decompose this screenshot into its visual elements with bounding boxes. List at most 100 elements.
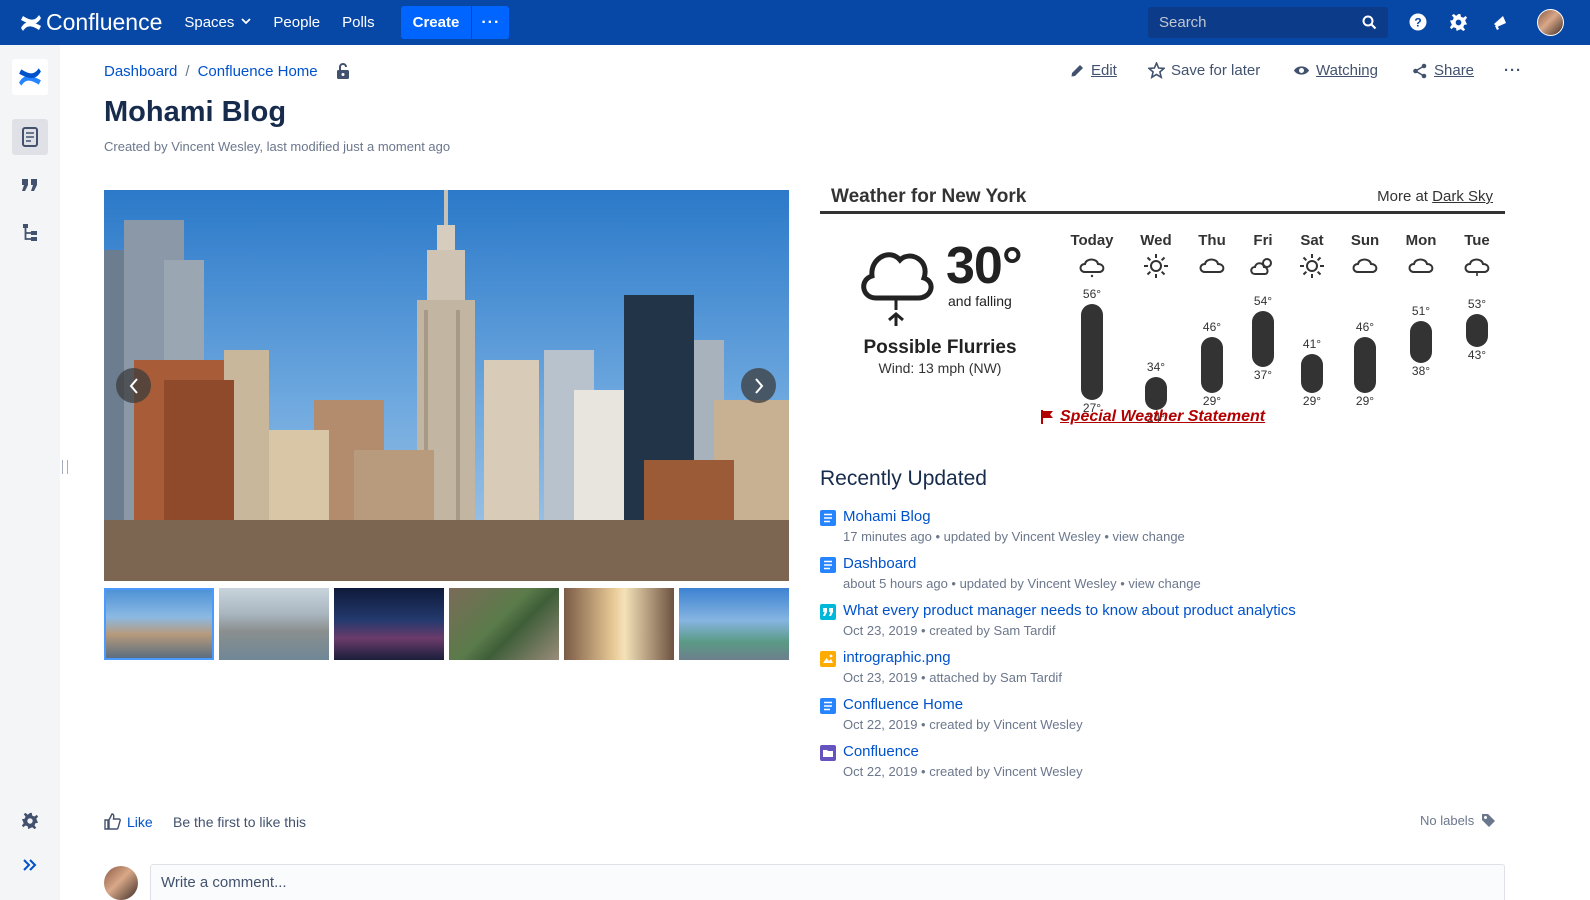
settings-gear-icon[interactable] bbox=[1447, 11, 1469, 33]
edit-label: Edit bbox=[1091, 62, 1117, 79]
brand-name: Confluence bbox=[46, 9, 163, 35]
forecast-day: Tue 53° 43° bbox=[1449, 232, 1505, 402]
labels-area[interactable]: No labels bbox=[1420, 813, 1496, 828]
recent-item: Mohami Blog 17 minutes ago • updated by V… bbox=[820, 508, 1520, 552]
nav-people[interactable]: People bbox=[273, 14, 320, 31]
confluence-logo[interactable]: Confluence bbox=[20, 9, 162, 36]
share-icon bbox=[1413, 63, 1427, 78]
recent-item-link[interactable]: intrographic.png bbox=[843, 649, 951, 666]
forecast-day-name: Today bbox=[1070, 232, 1114, 249]
help-icon[interactable]: ? bbox=[1407, 11, 1429, 33]
forecast-temp-range-bar bbox=[1466, 313, 1488, 347]
search-input[interactable] bbox=[1159, 14, 1362, 31]
confluence-logo-icon bbox=[21, 14, 41, 31]
chevron-left-icon bbox=[129, 377, 138, 394]
edit-button[interactable]: Edit bbox=[1070, 62, 1117, 79]
forecast-day-name: Sun bbox=[1350, 232, 1380, 249]
forecast-high: 41° bbox=[1302, 336, 1322, 351]
recent-item-meta: Oct 22, 2019 • created by Vincent Wesley bbox=[843, 764, 1083, 779]
forecast-high: 56° bbox=[1082, 287, 1102, 301]
forecast-day: Sat 41° 29° bbox=[1284, 232, 1340, 408]
watching-label: Watching bbox=[1316, 62, 1378, 79]
star-icon bbox=[1148, 62, 1165, 79]
forecast-low: 38° bbox=[1411, 364, 1431, 379]
forecast-day: Sun 46° 29° bbox=[1337, 232, 1393, 408]
watching-button[interactable]: Watching bbox=[1293, 62, 1378, 79]
gallery-next-button[interactable] bbox=[741, 368, 776, 403]
recent-item-meta: 17 minutes ago • updated by Vincent Wesl… bbox=[843, 529, 1185, 544]
weather-summary: Possible Flurries bbox=[863, 337, 1017, 358]
forecast-day-name: Tue bbox=[1464, 232, 1490, 249]
search-icon[interactable] bbox=[1362, 15, 1377, 30]
chevron-down-icon bbox=[241, 17, 252, 28]
sidebar-resize-handle[interactable] bbox=[62, 460, 68, 474]
weather-more-at: More at Dark Sky bbox=[1377, 188, 1493, 205]
cloud-rain-icon bbox=[1464, 258, 1490, 276]
create-more-button[interactable]: ··· bbox=[471, 6, 510, 39]
forecast-temp-range-bar bbox=[1301, 353, 1323, 394]
weather-alert-label: Special Weather Statement bbox=[1060, 408, 1266, 425]
thumbnail-lower-manhattan[interactable] bbox=[219, 588, 329, 660]
expand-sidebar-icon[interactable] bbox=[12, 847, 48, 883]
pages-icon[interactable] bbox=[12, 119, 48, 155]
forecast-day: Wed 34° 24° bbox=[1128, 232, 1184, 425]
eye-icon bbox=[1294, 66, 1309, 75]
gallery-prev-button[interactable] bbox=[116, 368, 151, 403]
create-button[interactable]: Create bbox=[400, 6, 472, 39]
forecast-temp-range-bar bbox=[1252, 310, 1274, 367]
thumbnail-statue-of-liberty[interactable] bbox=[679, 588, 789, 660]
sun-icon bbox=[1300, 254, 1324, 278]
forecast-day-name: Fri bbox=[1253, 232, 1273, 249]
thumbnail-central-park[interactable] bbox=[449, 588, 559, 660]
gallery-main-image[interactable] bbox=[104, 190, 789, 581]
more-actions-button[interactable]: ··· bbox=[1504, 62, 1522, 79]
forecast-day: Fri 54° 37° bbox=[1235, 232, 1291, 402]
forecast-day: Thu 46° 29° bbox=[1184, 232, 1240, 408]
cloud-icon bbox=[1408, 258, 1434, 273]
image-file-icon bbox=[820, 651, 836, 667]
space-settings-gear-icon[interactable] bbox=[12, 803, 48, 839]
space-sidebar bbox=[0, 45, 60, 900]
thumbs-up-icon bbox=[104, 813, 121, 830]
search-field[interactable] bbox=[1148, 7, 1388, 38]
recent-item-link[interactable]: Dashboard bbox=[843, 555, 916, 572]
labels-text: No labels bbox=[1420, 813, 1475, 828]
recent-item-link[interactable]: What every product manager needs to know… bbox=[843, 602, 1296, 619]
nav-polls[interactable]: Polls bbox=[342, 14, 375, 31]
page-icon bbox=[820, 698, 836, 714]
recent-item-meta: Oct 23, 2019 • created by Sam Tardif bbox=[843, 623, 1056, 638]
dark-sky-link[interactable]: Dark Sky bbox=[1432, 188, 1493, 205]
svg-text:?: ? bbox=[1414, 16, 1421, 30]
comment-input[interactable]: Write a comment... bbox=[150, 864, 1505, 900]
page-title: Mohami Blog bbox=[104, 96, 287, 128]
thumbnail-midtown[interactable] bbox=[104, 588, 214, 660]
weather-header: Weather for New York More at Dark Sky bbox=[820, 182, 1505, 214]
space-icon bbox=[820, 745, 836, 761]
thumbnail-times-square[interactable] bbox=[564, 588, 674, 660]
forecast-high: 46° bbox=[1355, 320, 1375, 334]
notifications-megaphone-icon[interactable] bbox=[1489, 11, 1511, 33]
cloud-snow-icon bbox=[1079, 258, 1105, 278]
weather-wind: Wind: 13 mph (NW) bbox=[878, 360, 1002, 376]
recent-item-link[interactable]: Mohami Blog bbox=[843, 508, 931, 525]
like-button[interactable]: Like bbox=[104, 813, 153, 830]
share-button[interactable]: Share bbox=[1412, 62, 1474, 79]
cloud-snow-large-icon bbox=[861, 252, 934, 326]
forecast-low: 37° bbox=[1253, 367, 1273, 382]
blog-quote-icon[interactable] bbox=[12, 167, 48, 203]
recent-item-link[interactable]: Confluence Home bbox=[843, 696, 963, 713]
recent-item: Dashboard about 5 hours ago • updated by … bbox=[820, 555, 1520, 599]
thumbnail-night-skyline[interactable] bbox=[334, 588, 444, 660]
nav-spaces[interactable]: Spaces bbox=[184, 14, 252, 31]
user-avatar[interactable] bbox=[1537, 9, 1564, 36]
recent-item-link[interactable]: Confluence bbox=[843, 743, 919, 760]
forecast-day: Today 56° 27° bbox=[1064, 232, 1120, 415]
page-tree-icon[interactable] bbox=[12, 215, 48, 251]
cloud-icon bbox=[1199, 258, 1225, 273]
like-summary: Be the first to like this bbox=[173, 814, 307, 830]
page-actions: Edit Save for later Watching Share ··· bbox=[0, 62, 1590, 82]
save-for-later-button[interactable]: Save for later bbox=[1148, 62, 1260, 79]
gallery-thumbnails bbox=[104, 588, 789, 660]
weather-alert-link[interactable]: Special Weather Statement bbox=[1040, 408, 1265, 426]
forecast-temp-range-bar bbox=[1354, 337, 1376, 394]
